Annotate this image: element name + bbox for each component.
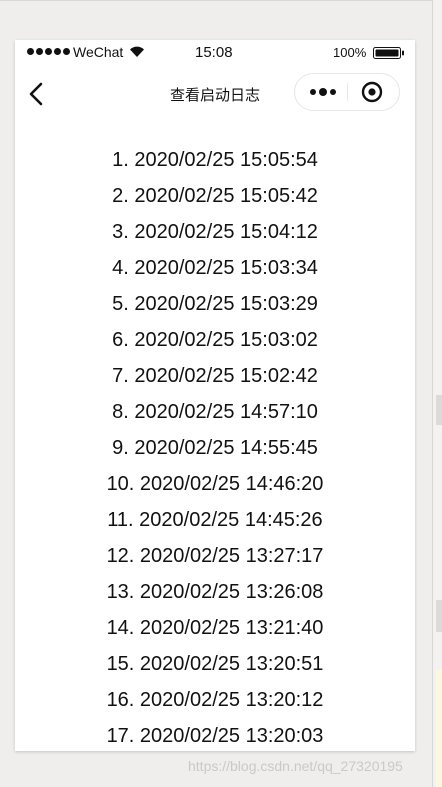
list-item: 14. 2020/02/25 13:21:40 (106, 617, 324, 639)
editor-top-border (0, 0, 442, 1)
watermark-text: https://blog.csdn.net/qq_27320195 (188, 758, 403, 774)
list-item: 9. 2020/02/25 14:55:45 (112, 437, 318, 459)
list-item: 3. 2020/02/25 15:04:12 (112, 221, 318, 243)
status-time: 15:08 (195, 44, 233, 61)
chevron-left-icon (29, 82, 43, 106)
editor-side-mark (436, 395, 442, 425)
launch-log-list: 1. 2020/02/25 15:05:54 2. 2020/02/25 15:… (15, 142, 415, 751)
list-item: 7. 2020/02/25 15:02:42 (112, 365, 318, 387)
status-bar: WeChat 15:08 100% (15, 40, 415, 66)
page-title: 查看启动日志 (169, 86, 260, 104)
carrier-name: WeChat (73, 44, 124, 60)
list-item: 12. 2020/02/25 13:27:17 (106, 545, 324, 567)
signal-dots-icon (27, 48, 70, 55)
wifi-icon (130, 46, 144, 57)
editor-side-highlight (436, 670, 442, 787)
list-item: 1. 2020/02/25 15:05:54 (112, 149, 318, 171)
battery-icon (373, 47, 404, 59)
list-item: 16. 2020/02/25 13:20:12 (106, 689, 324, 711)
more-button[interactable] (303, 79, 343, 105)
battery-percent: 100% (333, 45, 367, 60)
list-item: 10. 2020/02/25 14:46:20 (106, 473, 324, 495)
list-item: 17. 2020/02/25 13:20:03 (106, 725, 324, 747)
editor-side-strip (432, 0, 442, 787)
list-item: 15. 2020/02/25 13:20:51 (106, 653, 324, 675)
capsule-divider (347, 83, 348, 101)
editor-side-mark (436, 600, 442, 632)
list-item: 8. 2020/02/25 14:57:10 (112, 401, 318, 423)
more-dots-icon (310, 88, 336, 96)
list-item: 4. 2020/02/25 15:03:34 (112, 257, 318, 279)
list-item: 5. 2020/02/25 15:03:29 (112, 293, 318, 315)
list-item: 2. 2020/02/25 15:05:42 (112, 185, 318, 207)
list-item: 6. 2020/02/25 15:03:02 (112, 329, 318, 351)
phone-screen: WeChat 15:08 100% 查看启动日志 1. 2020/02/25 1… (15, 40, 415, 751)
back-button[interactable] (21, 78, 51, 110)
close-miniprogram-button[interactable] (357, 79, 387, 105)
list-item: 11. 2020/02/25 14:45:26 (107, 509, 323, 531)
navigation-bar: 查看启动日志 (15, 70, 415, 118)
list-item: 13. 2020/02/25 13:26:08 (106, 581, 324, 603)
target-circle-icon (361, 81, 383, 103)
menu-capsule (294, 73, 400, 111)
